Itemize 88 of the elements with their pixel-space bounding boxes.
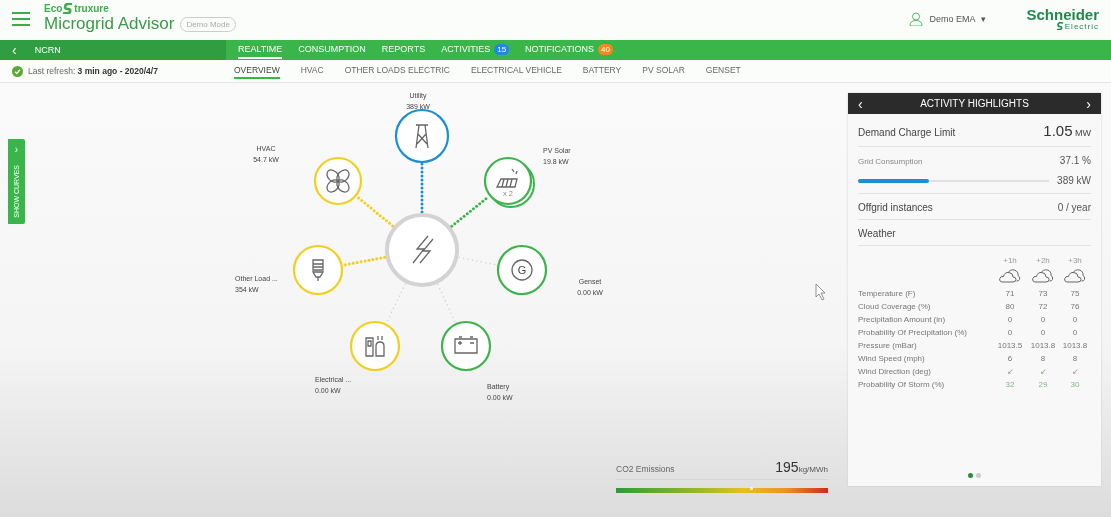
sub-tab[interactable]: PV SOLAR bbox=[642, 63, 685, 79]
metric-label: Offgrid instances bbox=[858, 202, 933, 213]
weather-value: 29 bbox=[1037, 380, 1049, 389]
weather-value: 32 bbox=[1004, 380, 1016, 389]
hour-label: +3h bbox=[1067, 256, 1083, 265]
count-badge: 40 bbox=[597, 43, 613, 55]
weather-value: 80 bbox=[1004, 302, 1016, 311]
co2-value: 195 bbox=[775, 459, 799, 475]
weather-value: ↙ bbox=[1005, 367, 1015, 376]
weather-label: Probability Of Storm (%) bbox=[858, 380, 946, 389]
weather-value: 8 bbox=[1039, 354, 1047, 363]
weather-value: 0 bbox=[1039, 328, 1047, 337]
sub-tab[interactable]: OTHER LOADS ELECTRIC bbox=[344, 63, 450, 79]
weather-label: Probability Of Precipitation (%) bbox=[858, 328, 968, 337]
brand-text: truxure bbox=[74, 3, 109, 14]
weather-value: 0 bbox=[1006, 328, 1014, 337]
next-button[interactable]: › bbox=[1086, 95, 1091, 112]
battery-icon bbox=[454, 336, 478, 354]
co2-label: CO2 Emissions bbox=[616, 464, 675, 474]
weather-value: 0 bbox=[1071, 328, 1079, 337]
weather-label: Wind Direction (deg) bbox=[858, 367, 932, 376]
weather-value: 0 bbox=[1071, 315, 1079, 324]
metric-unit: MW bbox=[1074, 128, 1091, 138]
sub-tab[interactable]: BATTERY bbox=[582, 63, 622, 79]
back-icon[interactable]: ‹ bbox=[12, 43, 17, 57]
refresh-status: Last refresh: 3 min ago - 2020/4/7 bbox=[28, 66, 158, 76]
solar-panel-icon bbox=[496, 168, 518, 188]
brand-text: Eco bbox=[44, 3, 63, 14]
hour-label: +1h bbox=[1002, 256, 1018, 265]
weather-value: 72 bbox=[1037, 302, 1049, 311]
user-icon[interactable] bbox=[909, 11, 924, 26]
page-dot[interactable] bbox=[968, 473, 973, 478]
power-pylon-icon bbox=[415, 124, 429, 149]
generator-letter: G bbox=[517, 264, 527, 276]
weather-value: 73 bbox=[1037, 289, 1049, 298]
cloud-icon bbox=[1064, 269, 1086, 283]
lightning-icon bbox=[412, 235, 434, 264]
weather-value: 30 bbox=[1069, 380, 1081, 389]
cursor-icon bbox=[815, 283, 826, 301]
generator-icon bbox=[511, 259, 533, 281]
weather-value: ↙ bbox=[1070, 367, 1080, 376]
weather-label: Precipitation Amount (in) bbox=[858, 315, 947, 324]
company-subtitle: Electric bbox=[1064, 21, 1099, 31]
page-dot[interactable] bbox=[976, 473, 981, 478]
weather-value: 6 bbox=[1006, 354, 1014, 363]
company-name: Schneider bbox=[1026, 6, 1099, 22]
co2-unit: kg/MWh bbox=[798, 465, 828, 474]
metric-value: 0 / year bbox=[1057, 202, 1091, 213]
cloud-icon bbox=[999, 269, 1021, 283]
sub-tab[interactable]: GENSET bbox=[705, 63, 741, 79]
weather-value: 71 bbox=[1004, 289, 1016, 298]
fan-icon bbox=[326, 169, 350, 193]
panel-title: ACTIVITY HIGHLIGHTS bbox=[920, 98, 1029, 109]
previous-button[interactable]: ‹ bbox=[858, 95, 863, 112]
metric-value: 389 kW bbox=[1057, 175, 1091, 186]
light-bulb-icon bbox=[312, 259, 325, 282]
weather-value: 75 bbox=[1069, 289, 1081, 298]
section-title: Weather bbox=[858, 228, 896, 239]
check-icon bbox=[12, 65, 23, 77]
caret-icon[interactable]: ▾ bbox=[981, 13, 987, 24]
weather-value: 8 bbox=[1071, 354, 1079, 363]
hour-label: +2h bbox=[1035, 256, 1051, 265]
weather-value: ↙ bbox=[1038, 367, 1048, 376]
menu-icon[interactable] bbox=[12, 11, 30, 26]
user-name[interactable]: Demo EMA bbox=[929, 13, 976, 24]
weather-label: Pressure (mBar) bbox=[858, 341, 918, 350]
metric-value: 37.1 % bbox=[1059, 155, 1091, 166]
app-title: Microgrid Advisor bbox=[44, 14, 175, 34]
metric-label: Grid Consumption bbox=[858, 157, 923, 166]
sub-tab[interactable]: OVERVIEW bbox=[234, 63, 280, 79]
metric-value: 1.05 bbox=[1043, 122, 1073, 139]
weather-value: 0 bbox=[1039, 315, 1047, 324]
nav-tab[interactable]: ACTIVITIES 15 bbox=[441, 40, 510, 60]
weather-value: 0 bbox=[1006, 315, 1014, 324]
weather-value: 76 bbox=[1069, 302, 1081, 311]
weather-label: Cloud Coverage (%) bbox=[858, 302, 932, 311]
count-badge: 15 bbox=[494, 43, 510, 55]
sub-tab[interactable]: HVAC bbox=[300, 63, 324, 79]
weather-label: Wind Speed (mph) bbox=[858, 354, 926, 363]
weather-label: Temperature (F) bbox=[858, 289, 917, 298]
weather-value: 1013.8 bbox=[1029, 341, 1057, 350]
charging-station-icon bbox=[365, 335, 385, 357]
cloud-icon bbox=[1032, 269, 1054, 283]
metric-label: Demand Charge Limit bbox=[858, 127, 956, 138]
weather-value: 1013.5 bbox=[996, 341, 1024, 350]
weather-value: 1013.8 bbox=[1061, 341, 1089, 350]
sub-tab[interactable]: ELECTRICAL VEHICLE bbox=[471, 63, 562, 79]
site-name: NCRN bbox=[34, 45, 61, 55]
